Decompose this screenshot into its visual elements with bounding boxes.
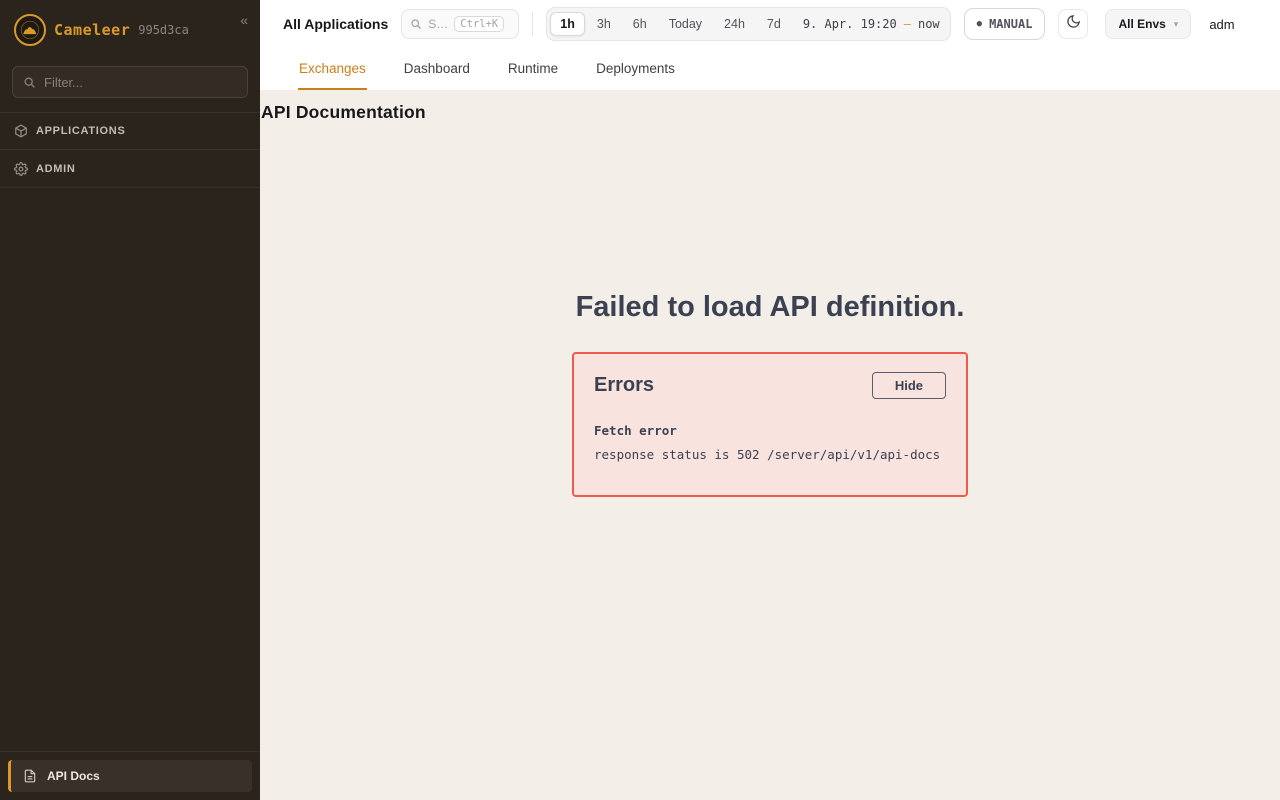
search-icon [23, 76, 36, 89]
time-range-7d[interactable]: 7d [757, 12, 791, 36]
chevron-down-icon: ▾ [1174, 19, 1179, 30]
dark-mode-toggle[interactable] [1058, 9, 1088, 39]
tab-exchanges[interactable]: Exchanges [298, 48, 367, 90]
status-dot-icon: ● [977, 19, 982, 29]
tabs-bar: Exchanges Dashboard Runtime Deployments [260, 48, 1280, 90]
sidebar-item-admin[interactable]: ADMIN [0, 150, 260, 188]
env-select[interactable]: All Envs ▾ [1105, 9, 1191, 39]
time-range-from: 9. Apr. 19:20 [803, 17, 897, 31]
page-title: API Documentation [260, 90, 1280, 123]
global-search[interactable]: S… Ctrl+K [401, 9, 519, 39]
time-range-3h[interactable]: 3h [587, 12, 621, 36]
gear-icon [14, 162, 28, 176]
divider [532, 12, 533, 36]
error-name: Fetch error [594, 423, 946, 438]
moon-icon [1066, 14, 1081, 34]
errors-panel-header: Errors Hide [594, 372, 946, 399]
hide-errors-button[interactable]: Hide [872, 372, 946, 399]
time-range-display[interactable]: 9. Apr. 19:20 — now [803, 17, 940, 31]
sidebar-collapse-icon[interactable]: « [240, 12, 248, 28]
app-logo-text: Cameleer [54, 21, 130, 39]
time-range-today[interactable]: Today [659, 12, 712, 36]
sidebar-filter-box[interactable] [12, 66, 248, 98]
sidebar-header: Cameleer 995d3ca « [0, 0, 260, 58]
page-context-title: All Applications [283, 16, 388, 32]
sidebar-item-label: APPLICATIONS [36, 125, 125, 137]
search-placeholder-text: S… [428, 17, 448, 31]
top-bar: All Applications S… Ctrl+K 1h 3h 6h Toda… [260, 0, 1280, 48]
time-range-separator: — [904, 17, 911, 31]
error-detail: response status is 502 /server/api/v1/ap… [594, 447, 946, 462]
sidebar-item-applications[interactable]: APPLICATIONS [0, 112, 260, 150]
tab-deployments[interactable]: Deployments [595, 48, 676, 90]
sidebar-item-label: ADMIN [36, 163, 76, 175]
sidebar-footer: API Docs [0, 751, 260, 800]
camel-logo-icon [14, 14, 46, 46]
env-select-value: All Envs [1118, 17, 1165, 31]
api-load-error-heading: Failed to load API definition. [260, 291, 1280, 324]
filter-input[interactable] [44, 75, 237, 90]
tab-dashboard[interactable]: Dashboard [403, 48, 471, 90]
sidebar: Cameleer 995d3ca « APPLICATIONS [0, 0, 260, 800]
main-content: API Documentation Failed to load API def… [260, 90, 1280, 800]
app-version: 995d3ca [138, 23, 189, 37]
search-icon [410, 18, 422, 30]
document-icon [23, 769, 37, 783]
refresh-mode-button[interactable]: ● MANUAL [964, 8, 1046, 40]
search-shortcut-kbd: Ctrl+K [454, 16, 504, 32]
time-range-group: 1h 3h 6h Today 24h 7d 9. Apr. 19:20 — no… [546, 7, 950, 41]
errors-panel-title: Errors [594, 374, 654, 397]
time-range-to: now [918, 17, 940, 31]
sidebar-item-api-docs[interactable]: API Docs [8, 760, 252, 792]
sidebar-item-label: API Docs [47, 769, 100, 783]
content-column: All Applications S… Ctrl+K 1h 3h 6h Toda… [260, 0, 1280, 800]
app-root: Cameleer 995d3ca « APPLICATIONS [0, 0, 1280, 800]
tab-runtime[interactable]: Runtime [507, 48, 559, 90]
refresh-mode-label: MANUAL [989, 17, 1032, 31]
time-range-1h[interactable]: 1h [550, 12, 585, 36]
time-range-6h[interactable]: 6h [623, 12, 657, 36]
user-name[interactable]: adm [1209, 17, 1234, 32]
errors-panel: Errors Hide Fetch error response status … [572, 352, 968, 497]
time-range-24h[interactable]: 24h [714, 12, 755, 36]
cube-icon [14, 124, 28, 138]
sidebar-filter-wrap [0, 58, 260, 112]
